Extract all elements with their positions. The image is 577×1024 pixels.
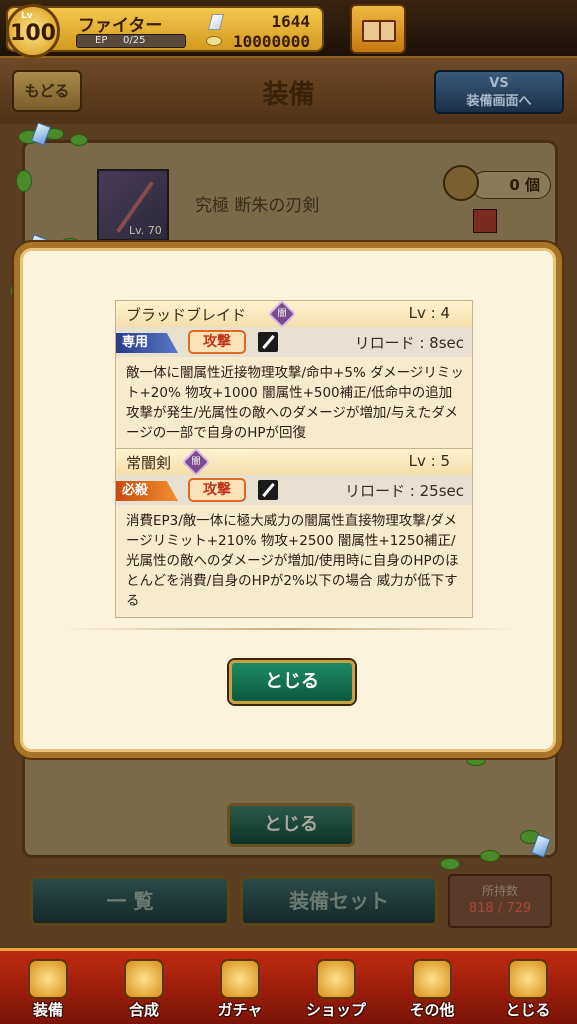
list-button[interactable]: 一 覧	[30, 876, 230, 926]
gacha-icon	[220, 959, 260, 999]
element-label: 闇	[191, 457, 201, 467]
nav-item-synthesis[interactable]: 合成	[96, 951, 192, 1024]
modal-close-button[interactable]: とじる	[229, 660, 355, 704]
nav-label: その他	[409, 1001, 455, 1019]
vs-equipment-button[interactable]: VS 装備画面へ	[434, 70, 564, 114]
leaf-icon	[16, 170, 32, 192]
skill-meta: 必殺 攻撃 リロード : 25sec	[116, 475, 472, 505]
skill-description: 敵一体に闇属性近接物理攻撃/命中+5% ダメージリミット+20% 物攻+1000…	[126, 365, 464, 441]
nav-label: ガチャ	[217, 1001, 263, 1019]
skill-header: 常闇剣 闇 Lv : 5	[116, 447, 472, 477]
nav-item-equipment[interactable]: 装備	[0, 951, 96, 1024]
sword-icon	[258, 480, 278, 500]
skill-card: 常闇剣 闇 Lv : 5 必殺 攻撃 リロード : 25sec 消費EP3/敵一…	[115, 447, 473, 618]
attack-badge: 攻撃	[188, 330, 246, 354]
player-name: ファイター	[78, 16, 163, 36]
coin-count: 10000000	[232, 32, 310, 51]
nav-label: とじる	[505, 1001, 551, 1019]
skill-detail-modal: ブラッドブレイド 闇 Lv : 4 専用 攻撃 リロード : 8sec 敵一体に…	[14, 242, 562, 758]
dark-element-icon: 闇	[181, 447, 211, 477]
player-status-panel: Lv 100 ファイター EP 0/25 1644 10000000	[6, 4, 324, 58]
skill-level: Lv : 4	[408, 304, 450, 322]
scene-header: もどる 装備 VS 装備画面へ	[0, 58, 577, 124]
leaf-icon	[70, 134, 88, 146]
sword-shield-icon	[28, 959, 68, 999]
attack-badge: 攻撃	[188, 478, 246, 502]
equipment-set-button[interactable]: 装備セット	[240, 876, 438, 926]
hammer-icon	[124, 959, 164, 999]
book-icon	[362, 20, 396, 42]
nav-item-other[interactable]: その他	[384, 951, 480, 1024]
nav-label: ショップ	[305, 1001, 366, 1019]
nav-item-shop[interactable]: ショップ	[288, 951, 384, 1024]
nav-label: 合成	[128, 1001, 159, 1019]
leaf-icon	[480, 850, 500, 862]
level-badge: Lv 100	[6, 4, 60, 58]
vs-sub-label: 装備画面へ	[466, 94, 532, 109]
ep-value: 0/25	[123, 35, 146, 46]
close-icon	[508, 959, 548, 999]
level-value: 100	[10, 21, 56, 46]
coin-icon	[206, 36, 222, 46]
ep-label: EP	[95, 35, 108, 46]
skill-name: ブラッドブレイド	[126, 306, 247, 324]
nav-item-close[interactable]: とじる	[480, 951, 576, 1024]
element-label: 闇	[277, 309, 287, 319]
skill-meta: 専用 攻撃 リロード : 8sec	[116, 327, 472, 357]
nav-item-gacha[interactable]: ガチャ	[192, 951, 288, 1024]
skill-type-tag: 必殺	[116, 481, 178, 501]
level-label: Lv	[21, 11, 33, 21]
owned-count-box: 所持数 818 / 729	[448, 874, 552, 928]
nav-label: 装備	[32, 1001, 63, 1019]
vs-label: VS	[489, 76, 509, 91]
material-icon	[443, 165, 479, 201]
skill-name: 常闇剣	[126, 454, 172, 472]
skill-card: ブラッドブレイド 闇 Lv : 4 専用 攻撃 リロード : 8sec 敵一体に…	[115, 299, 473, 450]
ep-bar: EP 0/25	[76, 34, 186, 48]
skill-header: ブラッドブレイド 闇 Lv : 4	[116, 299, 472, 329]
sword-icon	[258, 332, 278, 352]
skill-description: 消費EP3/敵一体に極大威力の闇属性直接物理攻撃/ダメージリミット+210% 物…	[126, 513, 459, 609]
item-name: 究極 断朱の刃剣	[195, 196, 320, 216]
item-thumbnail[interactable]: Lv. 70	[97, 169, 169, 241]
skill-reload: リロード : 25sec	[345, 482, 464, 500]
item-count: 0 個	[471, 171, 551, 199]
crystal-shop-icon	[316, 959, 356, 999]
scene-close-button[interactable]: とじる	[227, 803, 355, 847]
item-thumb-level: Lv. 70	[129, 224, 162, 237]
skill-reload: リロード : 8sec	[354, 334, 464, 352]
unequip-icon[interactable]	[473, 209, 497, 233]
skill-type-tag: 専用	[116, 333, 178, 353]
top-status-bar: Lv 100 ファイター EP 0/25 1644 10000000	[0, 0, 577, 58]
gem-count: 1644	[271, 12, 310, 31]
gem-icon	[207, 14, 225, 30]
owned-label: 所持数	[481, 884, 518, 898]
owned-value: 818 / 729	[468, 901, 532, 916]
leaf-icon	[440, 858, 460, 870]
book-button[interactable]	[350, 4, 406, 54]
bottom-nav: 装備 合成 ガチャ ショップ その他 とじる	[0, 948, 577, 1024]
skill-level: Lv : 5	[408, 452, 450, 470]
divider	[60, 628, 520, 630]
dark-element-icon: 闇	[267, 299, 297, 329]
gear-icon	[412, 959, 452, 999]
